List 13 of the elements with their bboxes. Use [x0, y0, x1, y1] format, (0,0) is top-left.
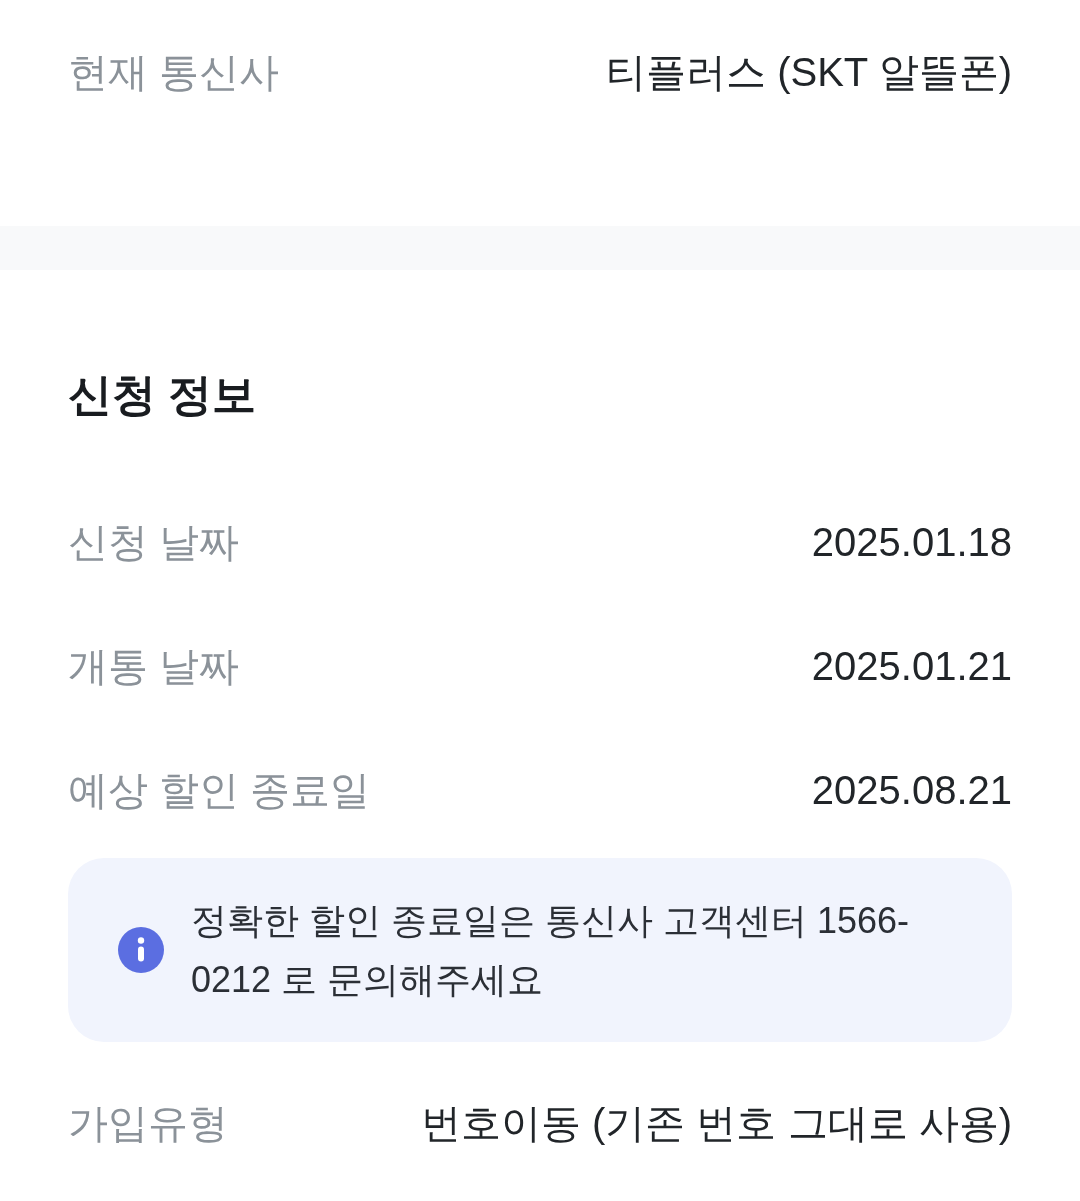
- section-title: 신청 정보: [68, 369, 257, 421]
- field-label: 개통 날짜: [68, 643, 240, 690]
- field-label: 현재 통신사: [68, 49, 280, 96]
- field-value: 2025.01.21: [811, 643, 1012, 690]
- notice-text: 정확한 할인 종료일은 통신사 고객센터 1566-0212 로 문의해주세요: [191, 899, 911, 1002]
- field-value: 2025.08.21: [811, 767, 1012, 814]
- field-value: 번호이동 (기존 번호 그대로 사용): [420, 1100, 1012, 1147]
- field-value: 티플러스 (SKT 알뜰폰): [606, 49, 1012, 96]
- info-icon: [118, 927, 164, 973]
- field-label: 가입유형: [68, 1100, 228, 1147]
- field-value: 2025.01.18: [811, 519, 1012, 566]
- field-label: 예상 할인 종료일: [68, 767, 371, 814]
- field-label: 신청 날짜: [68, 519, 240, 566]
